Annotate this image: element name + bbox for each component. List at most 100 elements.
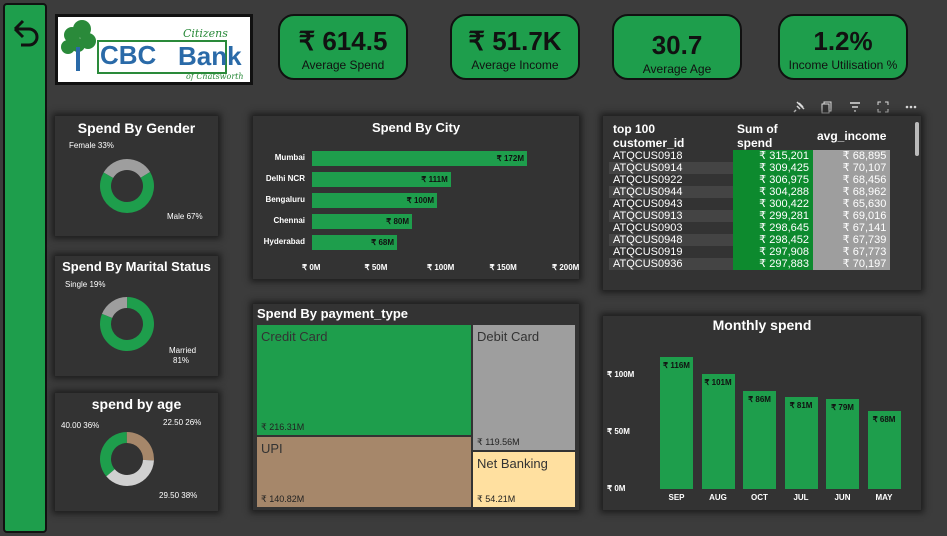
bar-data-label: ₹ 111M	[421, 175, 448, 184]
kpi-average-age: 30.7 Average Age	[612, 14, 742, 80]
monthly-spend-card[interactable]: Monthly spend ₹ 100M ₹ 50M ₹ 0M ₹ 116M SEP ₹ …	[603, 316, 921, 510]
top-customers-table-card[interactable]: top 100 customer_id Sum of spend avg_inc…	[603, 116, 921, 290]
column-header[interactable]: avg_income	[813, 122, 890, 150]
table-scrollbar[interactable]	[915, 122, 919, 156]
x-tick-label: MAY	[875, 493, 893, 502]
bar-data-label: ₹ 116M	[663, 360, 690, 370]
column-header[interactable]: top 100 customer_id	[609, 122, 733, 150]
city-axis-label: Bengaluru	[265, 195, 305, 204]
donut-slice-40-00[interactable]	[100, 432, 127, 477]
month-bar[interactable]: ₹ 86M	[743, 390, 776, 489]
table-row[interactable]: ATQCUS0943 ₹ 300,422 ₹ 65,630	[609, 198, 891, 210]
table-row[interactable]: ATQCUS0948 ₹ 298,452 ₹ 67,739	[609, 234, 891, 246]
month-bar[interactable]: ₹ 81M	[784, 396, 818, 489]
month-bar[interactable]: ₹ 116M	[660, 356, 693, 489]
kpi-average-spend: ₹ 614.5 Average Spend	[278, 14, 408, 80]
x-tick-label: ₹ 0M	[302, 263, 321, 272]
city-axis-label: Mumbai	[274, 153, 305, 162]
kpi-label: Average Age	[642, 62, 712, 76]
marital-donut[interactable]	[99, 286, 155, 362]
customer-id-cell: ATQCUS0903	[613, 222, 683, 234]
copy-icon[interactable]	[820, 100, 834, 114]
bar-data-label: ₹ 80M	[386, 217, 409, 226]
donut-slice-single[interactable]	[101, 297, 128, 319]
customer-id-cell: ATQCUS0948	[609, 234, 733, 246]
table-row[interactable]: ATQCUS0936 ₹ 297,883 ₹ 70,197	[609, 258, 891, 270]
income-cell: ₹ 70,107	[813, 162, 891, 174]
customer-id-cell: ATQCUS0944	[609, 186, 733, 198]
treemap-net-banking[interactable]: Net Banking ₹ 54.21M	[472, 451, 576, 508]
city-bar[interactable]: ₹ 68M	[312, 235, 397, 250]
city-axis-label: Hyderabad	[263, 237, 305, 246]
city-axis-label: Chennai	[273, 216, 305, 225]
y-tick-label: ₹ 50M	[607, 427, 630, 436]
donut-label: 29.50 38%	[159, 491, 198, 500]
customer-table: top 100 customer_id Sum of spend avg_inc…	[609, 122, 891, 270]
month-bar[interactable]: ₹ 68M	[867, 411, 901, 489]
city-bar[interactable]: ₹ 80M	[312, 214, 412, 229]
age-donut[interactable]	[99, 421, 155, 497]
spend-cell: ₹ 304,288	[733, 186, 813, 198]
bar-data-label: ₹ 79M	[831, 402, 854, 412]
svg-text:CBC: CBC	[100, 40, 157, 70]
spend-cell: ₹ 306,975	[733, 174, 813, 186]
treemap-debit-card[interactable]: Debit Card ₹ 119.56M	[472, 324, 576, 451]
donut-slice-male[interactable]	[100, 172, 154, 213]
treemap-value: ₹ 140.82M	[261, 494, 305, 504]
table-row[interactable]: ATQCUS0914 ₹ 309,425 ₹ 70,107	[609, 162, 891, 174]
city-bar[interactable]: ₹ 100M	[312, 193, 437, 208]
kpi-value: 30.7	[651, 30, 703, 60]
treemap-upi[interactable]: UPI ₹ 140.82M	[256, 436, 472, 508]
city-bar-card[interactable]: Spend By City Mumbai ₹ 172M Delhi NCR ₹ 111…	[253, 116, 579, 279]
age-donut-card[interactable]: spend by age 40.00 36% 22.50 26% 29.50 3…	[55, 393, 218, 511]
city-bar[interactable]: ₹ 111M	[312, 172, 451, 187]
treemap-label: Credit Card	[261, 329, 328, 344]
table-row[interactable]: ATQCUS0919 ₹ 297,908 ₹ 67,773	[609, 246, 891, 258]
table-row[interactable]: ATQCUS0922 ₹ 306,975 ₹ 68,456	[609, 174, 891, 186]
x-tick-label: ₹ 150M	[489, 263, 517, 272]
month-bar[interactable]: ₹ 79M	[826, 398, 859, 489]
x-tick-label: JUN	[834, 493, 851, 502]
income-cell: ₹ 67,141	[813, 222, 891, 234]
income-cell: ₹ 70,197	[813, 258, 891, 270]
kpi-label: Income Utilisation %	[788, 58, 898, 72]
bar-data-label: ₹ 68M	[371, 238, 394, 247]
marital-donut-card[interactable]: Spend By Marital Status Single 19% Marri…	[55, 256, 218, 376]
gender-donut-card[interactable]: Spend By Gender Female 33% Male 67%	[55, 116, 218, 236]
donut-slice-female[interactable]	[103, 159, 151, 178]
treemap-value: ₹ 216.31M	[261, 422, 305, 432]
table-row[interactable]: ATQCUS0944 ₹ 304,288 ₹ 68,962	[609, 186, 891, 198]
customer-id-cell: ATQCUS0936	[609, 258, 733, 270]
card-title: Spend By Gender	[77, 120, 196, 136]
table-row[interactable]: ATQCUS0913 ₹ 299,281 ₹ 69,016	[609, 210, 891, 222]
table-row[interactable]: ATQCUS0918 ₹ 315,201 ₹ 68,895	[609, 150, 891, 162]
treemap-label: Net Banking	[477, 456, 548, 471]
gender-donut[interactable]	[99, 148, 155, 224]
pin-icon[interactable]	[792, 100, 806, 114]
income-cell: ₹ 67,773	[813, 246, 891, 258]
spend-cell: ₹ 298,452	[733, 234, 813, 246]
customer-id-cell: ATQCUS0922	[613, 174, 683, 186]
customer-id-cell: ATQCUS0943	[613, 198, 683, 210]
donut-slice-22-50[interactable]	[126, 432, 154, 461]
donut-label: 40.00 36%	[61, 421, 100, 430]
more-icon[interactable]	[904, 100, 918, 114]
city-bar[interactable]: ₹ 172M	[312, 151, 527, 166]
column-header-sorted[interactable]: Sum of spend	[733, 122, 813, 150]
back-arrow-icon[interactable]	[9, 15, 41, 49]
kpi-label: Average Income	[471, 58, 559, 72]
filter-icon[interactable]	[848, 100, 862, 114]
month-bar[interactable]: ₹ 101M	[701, 373, 735, 489]
donut-label: Female 33%	[69, 141, 114, 150]
donut-slice-29-50[interactable]	[106, 459, 154, 486]
spend-cell: ₹ 297,908	[733, 246, 813, 258]
x-tick-label: JUL	[793, 493, 809, 502]
table-row[interactable]: ATQCUS0903 ₹ 298,645 ₹ 67,141	[609, 222, 891, 234]
treemap-credit-card[interactable]: Credit Card ₹ 216.31M	[256, 324, 472, 436]
x-tick-label: OCT	[751, 493, 768, 502]
visual-toolbar	[790, 100, 920, 116]
bar-data-label: ₹ 172M	[496, 154, 524, 163]
spend-cell: ₹ 297,883	[733, 258, 813, 270]
expand-icon[interactable]	[876, 100, 890, 114]
payment-treemap-card[interactable]: Spend By payment_type Credit Card ₹ 216.…	[253, 304, 579, 510]
